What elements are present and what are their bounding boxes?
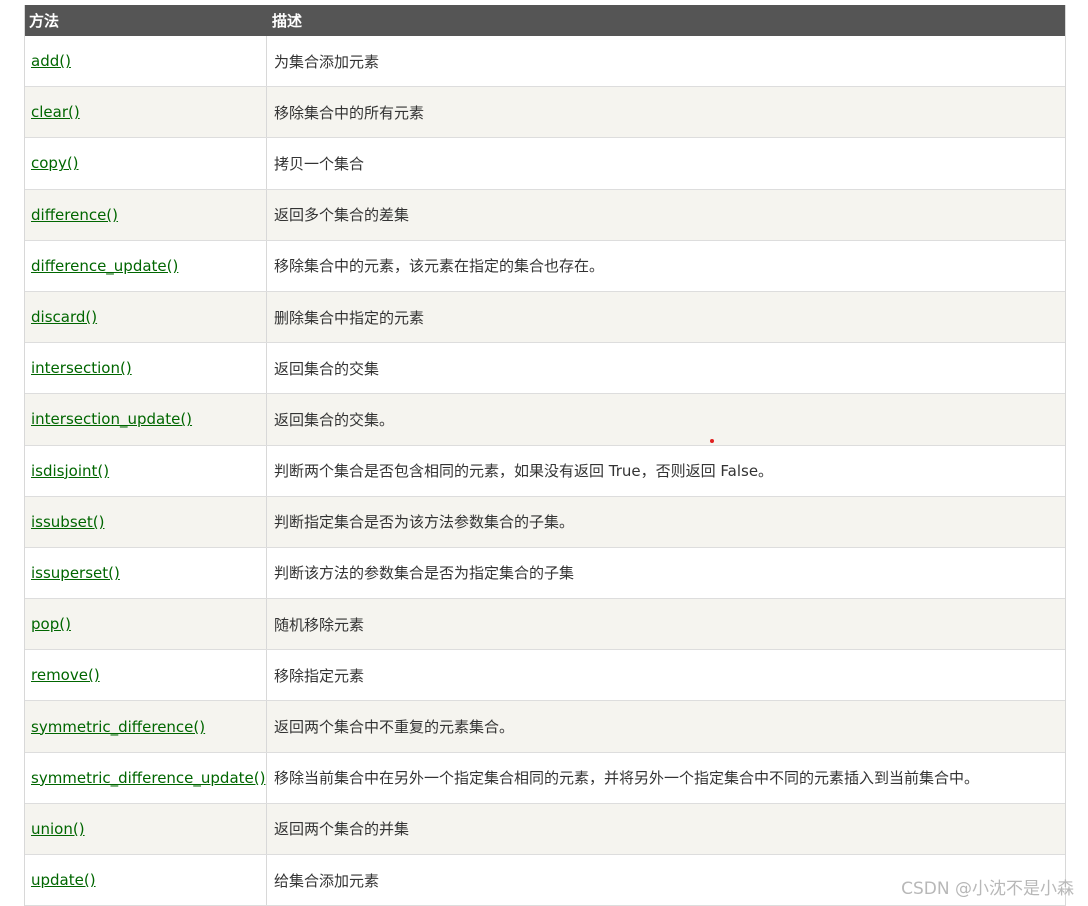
- header-method: 方法: [29, 12, 60, 30]
- description-cell: 返回多个集合的差集: [274, 206, 410, 225]
- method-link[interactable]: symmetric_difference(): [31, 718, 205, 736]
- method-cell: copy(): [25, 138, 267, 189]
- table-row: copy() 拷贝一个集合: [25, 138, 1065, 190]
- table-row: issubset() 判断指定集合是否为该方法参数集合的子集。: [25, 496, 1065, 548]
- description-cell: 给集合添加元素: [274, 871, 380, 890]
- method-link[interactable]: isdisjoint(): [31, 462, 109, 480]
- header-description: 描述: [272, 12, 303, 30]
- methods-table: 方法 描述 add() 为集合添加元素 clear() 移除集合中的所有元素 copy(…: [24, 5, 1066, 906]
- method-cell: symmetric_difference(): [25, 701, 267, 752]
- description-cell: 移除集合中的所有元素: [274, 103, 425, 122]
- description-cell: 移除指定元素: [274, 666, 365, 685]
- table-row: pop() 随机移除元素: [25, 599, 1065, 651]
- method-link[interactable]: intersection(): [31, 359, 132, 377]
- method-cell: intersection_update(): [25, 394, 267, 445]
- method-cell: discard(): [25, 291, 267, 343]
- method-cell: isdisjoint(): [25, 445, 267, 496]
- method-link[interactable]: update(): [31, 871, 96, 889]
- table-row: symmetric_difference_update() 移除当前集合中在另外一…: [25, 752, 1065, 804]
- table-row: symmetric_difference() 返回两个集合中不重复的元素集合。: [25, 701, 1065, 753]
- table-body: add() 为集合添加元素 clear() 移除集合中的所有元素 copy() 拷贝一个集…: [25, 36, 1065, 906]
- method-link[interactable]: clear(): [31, 103, 80, 121]
- table-row: remove() 移除指定元素: [25, 650, 1065, 702]
- table-row: difference_update() 移除集合中的元素，该元素在指定的集合也存在…: [25, 240, 1065, 292]
- method-link[interactable]: pop(): [31, 615, 71, 633]
- method-link[interactable]: symmetric_difference_update(): [31, 769, 265, 787]
- method-cell: update(): [25, 855, 267, 906]
- page: 方法 描述 add() 为集合添加元素 clear() 移除集合中的所有元素 copy(…: [0, 0, 1088, 906]
- method-link[interactable]: difference_update(): [31, 257, 178, 275]
- method-cell: difference_update(): [25, 240, 267, 291]
- method-cell: symmetric_difference_update(): [25, 752, 267, 803]
- description-cell: 移除集合中的元素，该元素在指定的集合也存在。: [274, 257, 605, 276]
- method-cell: issubset(): [25, 496, 267, 547]
- red-marker-dot: [710, 439, 714, 443]
- method-link[interactable]: issubset(): [31, 513, 104, 531]
- method-cell: difference(): [25, 189, 267, 240]
- description-cell: 删除集合中指定的元素: [274, 308, 425, 327]
- method-cell: issuperset(): [25, 547, 267, 599]
- table-row: union() 返回两个集合的并集: [25, 803, 1065, 855]
- method-link[interactable]: add(): [31, 52, 71, 70]
- method-cell: pop(): [25, 599, 267, 650]
- method-link[interactable]: union(): [31, 820, 85, 838]
- table-header: 方法 描述: [25, 5, 1065, 36]
- table-row: discard() 删除集合中指定的元素: [25, 291, 1065, 344]
- method-link[interactable]: intersection_update(): [31, 410, 192, 428]
- description-cell: 为集合添加元素: [274, 52, 380, 71]
- table-row: add() 为集合添加元素: [25, 36, 1065, 88]
- method-cell: add(): [25, 36, 267, 87]
- method-cell: clear(): [25, 87, 267, 138]
- table-row: intersection() 返回集合的交集: [25, 343, 1065, 395]
- method-link[interactable]: discard(): [31, 308, 97, 326]
- table-row: difference() 返回多个集合的差集: [25, 189, 1065, 241]
- description-cell: 返回两个集合的并集: [274, 820, 410, 839]
- method-link[interactable]: difference(): [31, 206, 118, 224]
- table-row: isdisjoint() 判断两个集合是否包含相同的元素，如果没有返回 True，…: [25, 445, 1065, 497]
- description-cell: 拷贝一个集合: [274, 154, 365, 173]
- table-row: clear() 移除集合中的所有元素: [25, 87, 1065, 139]
- description-cell: 返回集合的交集: [274, 359, 380, 378]
- description-cell: 移除当前集合中在另外一个指定集合相同的元素，并将另外一个指定集合中不同的元素插入…: [274, 769, 980, 788]
- description-cell: 返回集合的交集。: [274, 410, 395, 429]
- description-cell: 判断该方法的参数集合是否为指定集合的子集: [274, 564, 575, 583]
- table-row: intersection_update() 返回集合的交集。: [25, 394, 1065, 446]
- description-cell: 判断两个集合是否包含相同的元素，如果没有返回 True，否则返回 False。: [274, 462, 774, 481]
- watermark: CSDN @小沈不是小森: [901, 879, 1074, 899]
- method-cell: intersection(): [25, 343, 267, 394]
- table-row: issuperset() 判断该方法的参数集合是否为指定集合的子集: [25, 547, 1065, 600]
- method-cell: union(): [25, 803, 267, 854]
- description-cell: 返回两个集合中不重复的元素集合。: [274, 718, 515, 737]
- description-cell: 判断指定集合是否为该方法参数集合的子集。: [274, 513, 575, 532]
- method-link[interactable]: remove(): [31, 666, 100, 684]
- method-cell: remove(): [25, 650, 267, 701]
- method-link[interactable]: issuperset(): [31, 564, 120, 582]
- description-cell: 随机移除元素: [274, 615, 365, 634]
- method-link[interactable]: copy(): [31, 154, 79, 172]
